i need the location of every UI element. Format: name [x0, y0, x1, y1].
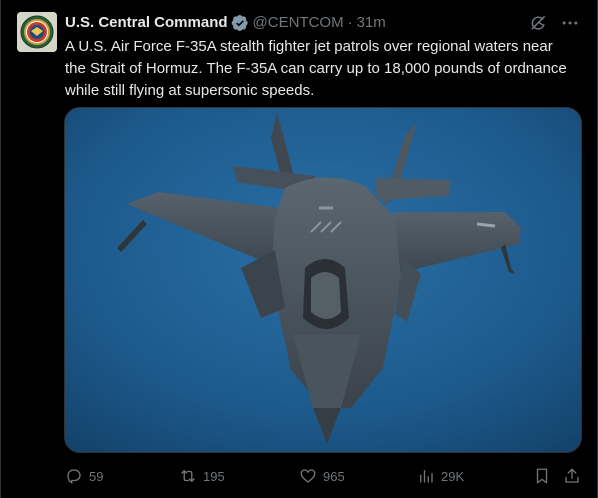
share-icon	[565, 468, 579, 483]
more-icon[interactable]	[559, 12, 581, 34]
f35-jet-photo	[65, 108, 581, 452]
post-header: U.S. Central Command @CENTCOM · 31m	[65, 13, 386, 33]
grok-icon[interactable]	[527, 12, 549, 34]
views-count: 29K	[441, 468, 465, 484]
tweet[interactable]: U.S. Central Command @CENTCOM · 31m A U.…	[0, 0, 598, 498]
post-time[interactable]: 31m	[357, 13, 386, 33]
post-media-image[interactable]	[64, 107, 582, 453]
bookmark-button[interactable]	[533, 467, 557, 485]
repost-button[interactable]: 195	[179, 467, 225, 485]
post-top-actions	[527, 12, 581, 34]
avatar[interactable]	[17, 12, 57, 52]
centcom-seal-icon	[17, 12, 57, 52]
reply-button[interactable]: 59	[65, 467, 103, 485]
reply-icon	[67, 469, 81, 484]
views-button[interactable]: 29K	[417, 467, 464, 485]
like-icon	[300, 469, 316, 483]
repost-count: 195	[203, 468, 225, 484]
bookmark-icon	[536, 468, 548, 484]
verified-badge-icon	[231, 14, 249, 32]
author-handle[interactable]: @CENTCOM	[253, 13, 344, 33]
post-text: A U.S. Air Force F-35A stealth fighter j…	[65, 38, 567, 99]
separator-dot: ·	[347, 14, 353, 31]
views-icon	[420, 470, 433, 483]
repost-icon	[181, 470, 195, 482]
author-name[interactable]: U.S. Central Command	[65, 13, 228, 33]
reply-count: 59	[89, 468, 104, 484]
share-button[interactable]	[563, 467, 587, 485]
like-button[interactable]: 965	[299, 467, 345, 485]
post-actions-bar: 59 195 965 29K	[65, 464, 581, 488]
like-count: 965	[323, 468, 345, 484]
